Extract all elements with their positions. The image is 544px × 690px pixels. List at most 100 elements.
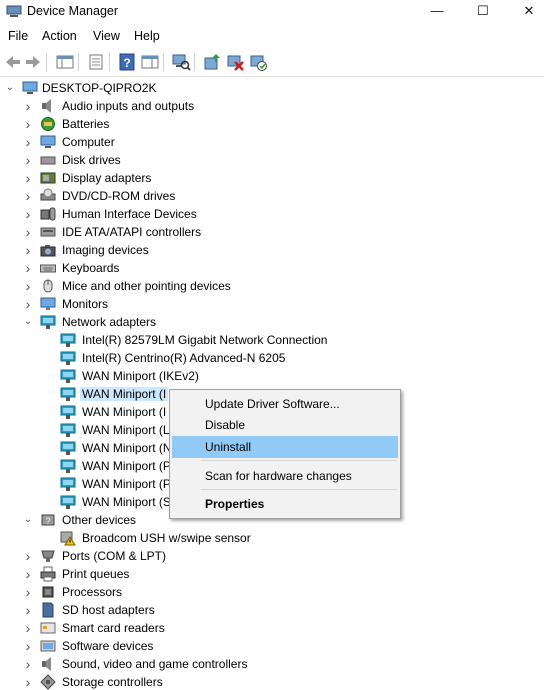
- mouse-icon: [43, 279, 53, 293]
- expand-arrow-icon[interactable]: ›: [22, 638, 34, 654]
- tree-item-label: Ports (COM & LPT): [62, 549, 167, 563]
- properties-menu-item[interactable]: Properties: [172, 493, 398, 515]
- scan-hardware-menu-item[interactable]: Scan for hardware changes: [172, 465, 398, 487]
- expand-arrow-icon[interactable]: ›: [22, 116, 34, 132]
- expand-arrow-icon[interactable]: ›: [22, 98, 34, 114]
- collapse-arrow-icon[interactable]: ⌄: [4, 80, 16, 96]
- tree-category[interactable]: › Mice and other pointing devices: [0, 277, 540, 295]
- expand-arrow-icon[interactable]: ›: [22, 566, 34, 582]
- expand-arrow-icon[interactable]: ›: [22, 278, 34, 294]
- close-button[interactable]: ✕: [506, 0, 544, 24]
- uninstall-icon[interactable]: [225, 52, 245, 72]
- tree-category[interactable]: › Storage controllers: [0, 673, 540, 690]
- context-menu: Update Driver Software... Disable Uninstal…: [169, 389, 401, 519]
- minimize-button[interactable]: —: [414, 0, 460, 24]
- menu-bar: File Action View Help: [0, 26, 544, 46]
- network-adapter-icon: [60, 495, 76, 509]
- collapse-arrow-icon[interactable]: ⌄: [22, 512, 34, 528]
- tree-item-label: Software devices: [62, 639, 154, 653]
- tree-category[interactable]: › Display adapters: [0, 169, 540, 187]
- toolbar: ?: [0, 49, 544, 75]
- tree-item-label: WAN Miniport (S: [82, 495, 171, 509]
- tree-item-label: IDE ATA/ATAPI controllers: [62, 225, 202, 239]
- tree-category[interactable]: › Software devices: [0, 637, 540, 655]
- tree-category[interactable]: › Print queues: [0, 565, 540, 583]
- expand-arrow-icon[interactable]: ›: [22, 584, 34, 600]
- update-driver-menu-item[interactable]: Update Driver Software...: [172, 393, 398, 415]
- tree-category[interactable]: › Disk drives: [0, 151, 540, 169]
- tree-category[interactable]: › Sound, video and game controllers: [0, 655, 540, 673]
- expand-arrow-icon[interactable]: ›: [22, 674, 34, 690]
- tree-item-label: WAN Miniport (N: [82, 441, 172, 455]
- expand-arrow-icon[interactable]: ›: [22, 296, 34, 312]
- disable-menu-item[interactable]: Disable: [172, 414, 398, 436]
- tree-category[interactable]: › Ports (COM & LPT): [0, 547, 540, 565]
- expand-arrow-icon[interactable]: ›: [22, 188, 34, 204]
- tree-category[interactable]: › Imaging devices: [0, 241, 540, 259]
- update-driver-icon[interactable]: [202, 52, 222, 72]
- tree-category[interactable]: › DVD/CD-ROM drives: [0, 187, 540, 205]
- tree-category[interactable]: › Human Interface Devices: [0, 205, 540, 223]
- tree-item-label: Audio inputs and outputs: [62, 99, 195, 113]
- tree-root[interactable]: ⌄ DESKTOP-QIPRO2K: [0, 79, 540, 97]
- tree-item-label: Intel(R) Centrino(R) Advanced-N 6205: [82, 351, 286, 365]
- properties-icon[interactable]: [86, 52, 106, 72]
- network-adapter-icon: [60, 333, 76, 347]
- tree-item-label: Smart card readers: [62, 621, 165, 635]
- tree-device[interactable]: Intel(R) 82579LM Gigabit Network Connect…: [0, 331, 540, 349]
- storage-controller-icon: [40, 674, 56, 690]
- expand-arrow-icon[interactable]: ›: [22, 152, 34, 168]
- menu-file[interactable]: File: [8, 29, 28, 43]
- back-icon[interactable]: [3, 52, 23, 72]
- action-pane-icon[interactable]: [140, 52, 160, 72]
- collapse-arrow-icon[interactable]: ⌄: [22, 314, 34, 330]
- expand-arrow-icon[interactable]: ›: [22, 656, 34, 672]
- expand-arrow-icon[interactable]: ›: [22, 134, 34, 150]
- tree-item-label: SD host adapters: [62, 603, 155, 617]
- tree-category[interactable]: › Processors: [0, 583, 540, 601]
- tree-category[interactable]: › Audio inputs and outputs: [0, 97, 540, 115]
- tree-item-label: Sound, video and game controllers: [62, 657, 248, 671]
- tree-device[interactable]: Intel(R) Centrino(R) Advanced-N 6205: [0, 349, 540, 367]
- tree-item-label: Other devices: [62, 513, 137, 527]
- enable-device-icon[interactable]: [248, 52, 268, 72]
- tree-device[interactable]: WAN Miniport (IKEv2): [0, 367, 540, 385]
- expand-arrow-icon[interactable]: ›: [22, 224, 34, 240]
- expand-arrow-icon[interactable]: ›: [22, 170, 34, 186]
- tree-category[interactable]: › IDE ATA/ATAPI controllers: [0, 223, 540, 241]
- tree-item-label: Monitors: [62, 297, 109, 311]
- scan-hardware-icon[interactable]: [171, 52, 191, 72]
- tree-category[interactable]: › Batteries: [0, 115, 540, 133]
- forward-icon[interactable]: [23, 52, 43, 72]
- tree-item-label: Imaging devices: [62, 243, 149, 257]
- uninstall-menu-item[interactable]: Uninstall: [172, 436, 398, 458]
- display-adapter-icon: [40, 172, 56, 184]
- expand-arrow-icon[interactable]: ›: [22, 206, 34, 222]
- menu-view[interactable]: View: [93, 29, 120, 43]
- show-hide-console-tree-icon[interactable]: [55, 52, 75, 72]
- tree-item-label: Intel(R) 82579LM Gigabit Network Connect…: [82, 333, 328, 347]
- maximize-button[interactable]: ☐: [460, 0, 506, 24]
- tree-category[interactable]: ⌄ Network adapters: [0, 313, 540, 331]
- expand-arrow-icon[interactable]: ›: [22, 242, 34, 258]
- tree-item-label: WAN Miniport (IKEv2): [82, 369, 199, 383]
- expand-arrow-icon[interactable]: ›: [22, 548, 34, 564]
- tree-item-label: WAN Miniport (P: [82, 477, 171, 491]
- tree-category[interactable]: › Monitors: [0, 295, 540, 313]
- help-icon[interactable]: ?: [117, 52, 137, 72]
- toolbar-separator: [194, 53, 195, 71]
- tree-category[interactable]: › SD host adapters: [0, 601, 540, 619]
- expand-arrow-icon[interactable]: ›: [22, 260, 34, 276]
- tree-category[interactable]: › Keyboards: [0, 259, 540, 277]
- menu-action[interactable]: Action: [42, 29, 77, 43]
- menu-help[interactable]: Help: [134, 29, 160, 43]
- tree-category[interactable]: › Computer: [0, 133, 540, 151]
- tree-device[interactable]: Broadcom USH w/swipe sensor: [0, 529, 540, 547]
- speaker-icon: [42, 657, 51, 671]
- device-tree: ⌄ DESKTOP-QIPRO2K › Audio inputs and outp…: [0, 79, 544, 690]
- expand-arrow-icon[interactable]: ›: [22, 620, 34, 636]
- menu-item-label: Uninstall: [205, 440, 252, 454]
- expand-arrow-icon[interactable]: ›: [22, 602, 34, 618]
- tree-category[interactable]: › Smart card readers: [0, 619, 540, 637]
- window-title: Device Manager: [27, 4, 119, 18]
